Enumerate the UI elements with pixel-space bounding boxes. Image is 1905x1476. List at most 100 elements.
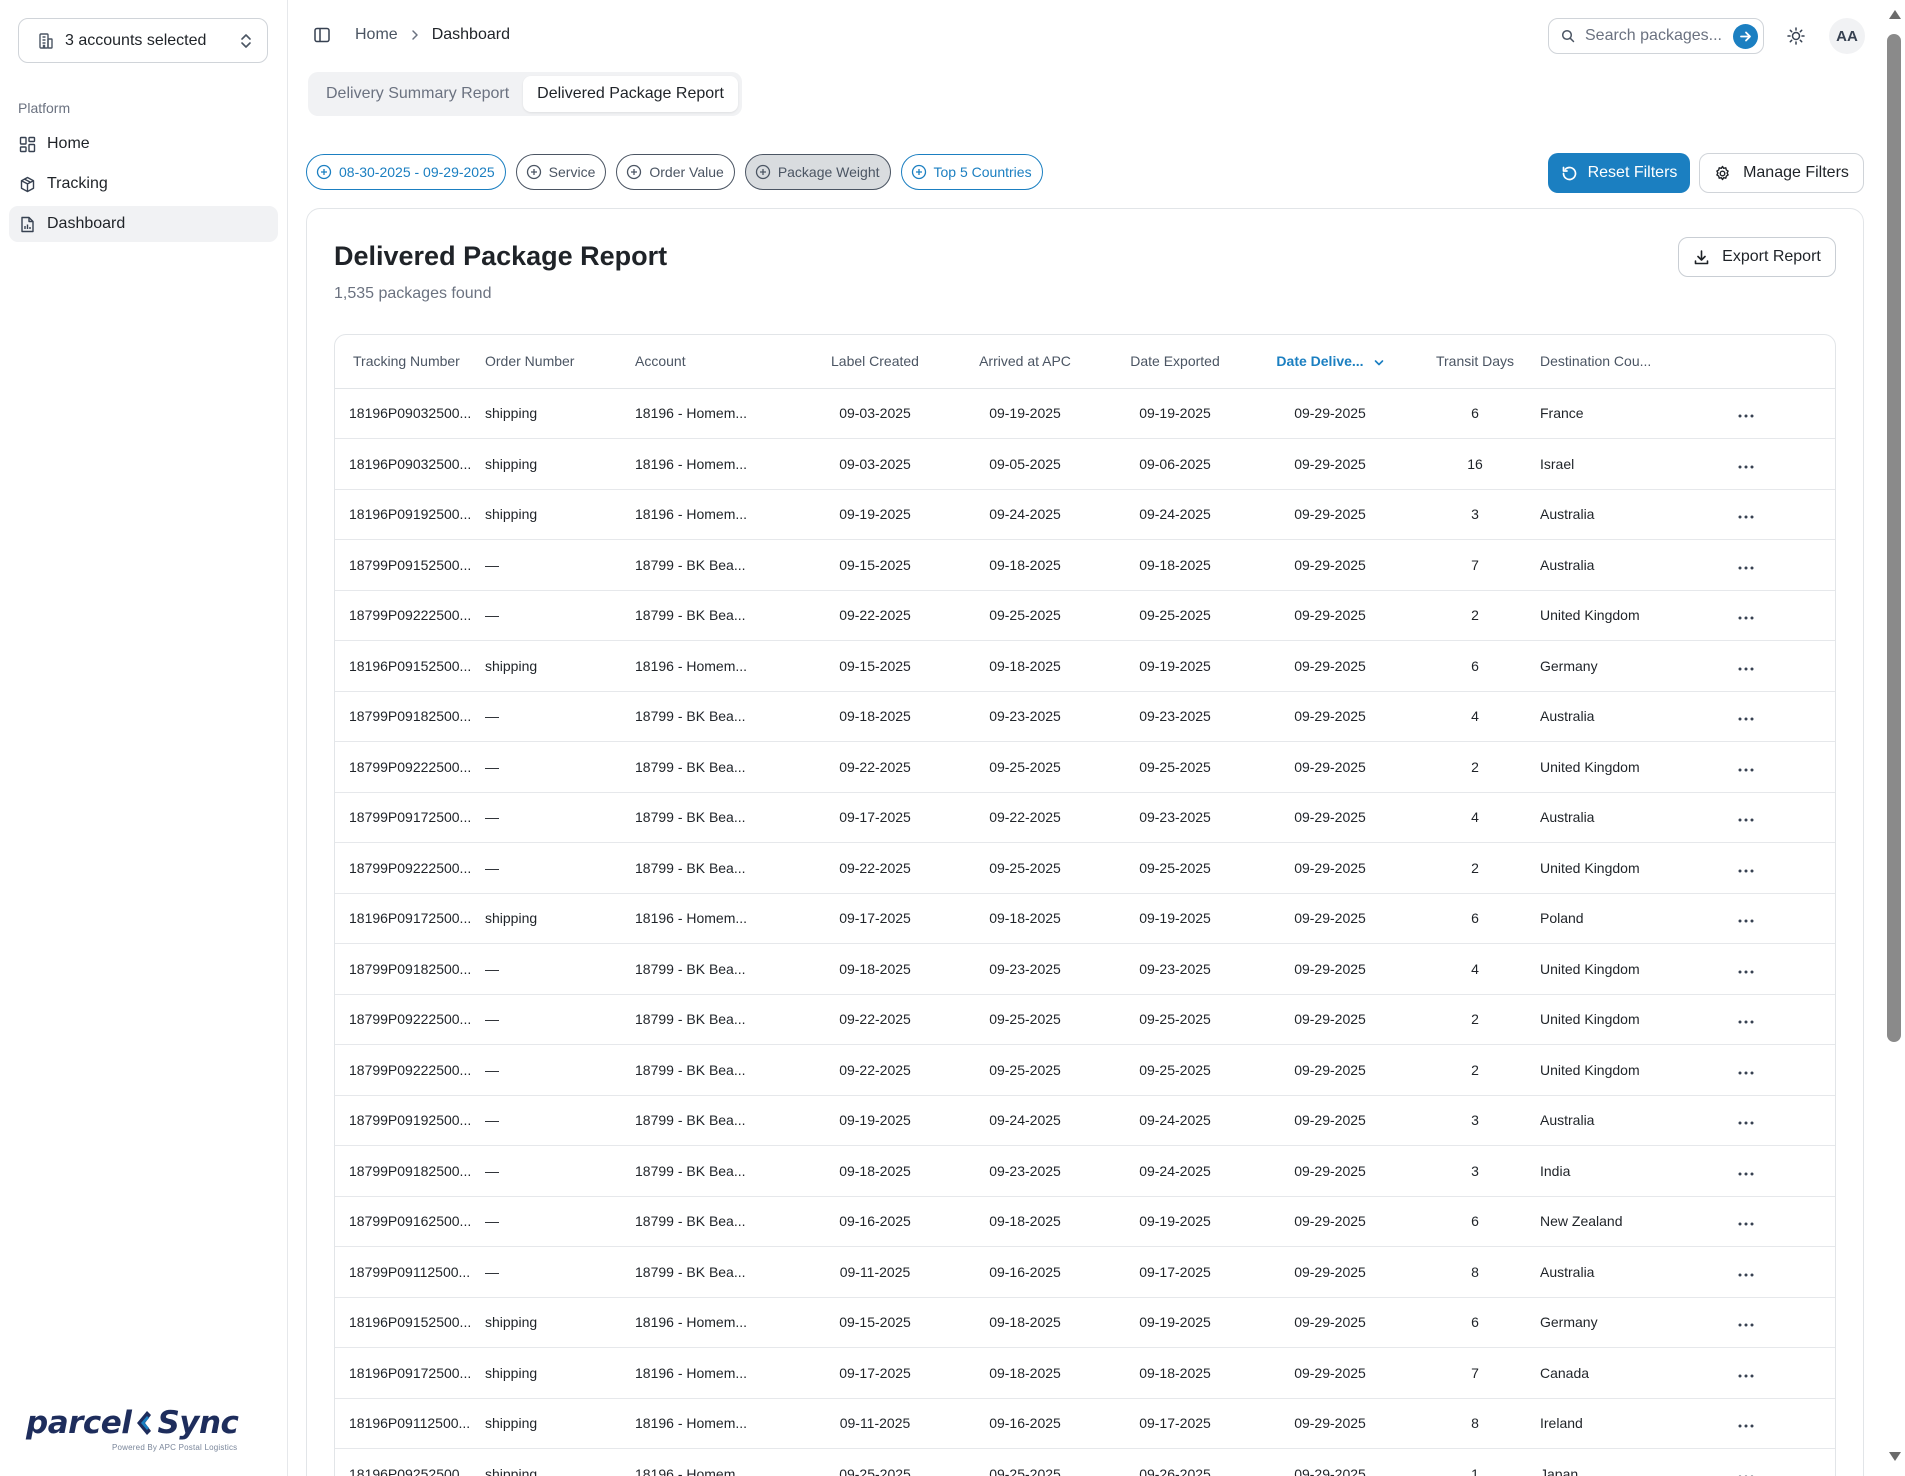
- table-row[interactable]: 18196P09172500... shipping 18196 - Homem..…: [335, 893, 1835, 944]
- cell-order-number: —: [485, 1044, 635, 1096]
- more-horizontal-icon[interactable]: [1738, 717, 1754, 721]
- account-selector[interactable]: 3 accounts selected: [18, 18, 268, 63]
- cell-order-number: —: [485, 943, 635, 995]
- cell-destination-country: Germany: [1540, 640, 1710, 692]
- cell-label-created: 09-19-2025: [800, 1095, 950, 1146]
- filter-chip-service[interactable]: Service: [515, 154, 607, 190]
- table-header-row: Tracking Number Order Number Account Lab…: [335, 335, 1835, 389]
- reset-filters-button[interactable]: Reset Filters: [1548, 153, 1690, 193]
- column-header-date-exported[interactable]: Date Exported: [1100, 335, 1250, 389]
- filter-chip-package-weight[interactable]: Package Weight: [744, 154, 891, 190]
- tab-delivery-summary-report[interactable]: Delivery Summary Report: [312, 76, 523, 112]
- cell-label-created: 09-22-2025: [800, 590, 950, 641]
- more-horizontal-icon[interactable]: [1738, 1172, 1754, 1176]
- more-horizontal-icon[interactable]: [1738, 616, 1754, 620]
- filter-chip-top-5-countries[interactable]: Top 5 Countries: [900, 154, 1043, 190]
- more-horizontal-icon[interactable]: [1738, 1020, 1754, 1024]
- cell-label-created: 09-03-2025: [800, 388, 950, 439]
- cell-transit-days: 6: [1410, 640, 1540, 692]
- more-horizontal-icon[interactable]: [1738, 1424, 1754, 1428]
- cell-transit-days: 2: [1410, 741, 1540, 793]
- table-row[interactable]: 18799P09112500... —18799 - BK Bea... 09-11…: [335, 1246, 1835, 1298]
- table-row[interactable]: 18799P09222500... —18799 - BK Bea... 09-22…: [335, 994, 1835, 1045]
- more-horizontal-icon[interactable]: [1738, 667, 1754, 671]
- sun-icon[interactable]: [1786, 26, 1806, 46]
- more-horizontal-icon[interactable]: [1738, 869, 1754, 873]
- table-row[interactable]: 18799P09162500... —18799 - BK Bea... 09-16…: [335, 1196, 1835, 1247]
- table-row[interactable]: 18196P09152500... shipping 18196 - Homem..…: [335, 640, 1835, 692]
- more-horizontal-icon[interactable]: [1738, 818, 1754, 822]
- column-header-date-delivered[interactable]: Date Delive...: [1250, 335, 1410, 389]
- more-horizontal-icon[interactable]: [1738, 515, 1754, 519]
- sidebar-toggle-icon[interactable]: [313, 26, 331, 44]
- more-horizontal-icon[interactable]: [1738, 919, 1754, 923]
- breadcrumb-home[interactable]: Home: [355, 26, 398, 44]
- filter-chip-order-value[interactable]: Order Value: [616, 154, 735, 190]
- filter-chip-date-range[interactable]: 08-30-2025 - 09-29-2025: [306, 154, 506, 190]
- cell-destination-country: United Kingdom: [1540, 741, 1710, 793]
- cell-transit-days: 3: [1410, 1095, 1540, 1146]
- cell-arrived-at-apc: 09-16-2025: [950, 1398, 1100, 1449]
- cell-label-created: 09-18-2025: [800, 691, 950, 742]
- more-horizontal-icon[interactable]: [1738, 1273, 1754, 1277]
- search-input[interactable]: [1585, 27, 1733, 45]
- table-row[interactable]: 18799P09172500... —18799 - BK Bea... 09-17…: [335, 792, 1835, 843]
- table-row[interactable]: 18799P09222500... —18799 - BK Bea... 09-22…: [335, 590, 1835, 641]
- logo-wordmark: parcel Sync: [26, 1405, 266, 1441]
- more-horizontal-icon[interactable]: [1738, 1121, 1754, 1125]
- table-row[interactable]: 18799P09222500... —18799 - BK Bea... 09-22…: [335, 1044, 1835, 1096]
- cell-tracking-number: 18799P09222500...: [335, 741, 485, 793]
- search-submit-button[interactable]: [1733, 24, 1758, 49]
- cell-transit-days: 6: [1410, 388, 1540, 439]
- scroll-up-arrow[interactable]: [1889, 10, 1901, 19]
- table-row[interactable]: 18799P09182500... —18799 - BK Bea... 09-18…: [335, 1145, 1835, 1197]
- table-row[interactable]: 18799P09192500... —18799 - BK Bea... 09-19…: [335, 1095, 1835, 1146]
- sidebar-item-tracking[interactable]: Tracking: [9, 166, 278, 202]
- table-row[interactable]: 18799P09222500... —18799 - BK Bea... 09-22…: [335, 741, 1835, 793]
- more-horizontal-icon[interactable]: [1738, 1071, 1754, 1075]
- column-header-account[interactable]: Account: [635, 335, 800, 389]
- table-row[interactable]: 18196P09172500... shipping 18196 - Homem..…: [335, 1347, 1835, 1399]
- table-row[interactable]: 18799P09152500... —18799 - BK Bea... 09-15…: [335, 539, 1835, 591]
- logo-tagline: Powered By APC Postal Logistics: [112, 1443, 238, 1452]
- column-header-label-created[interactable]: Label Created: [800, 335, 950, 389]
- table-row[interactable]: 18799P09222500... —18799 - BK Bea... 09-22…: [335, 842, 1835, 894]
- column-header-tracking-number[interactable]: Tracking Number: [335, 335, 485, 389]
- table-body: 18196P09032500... shipping 18196 - Homem..…: [335, 388, 1835, 1476]
- manage-filters-button[interactable]: Manage Filters: [1699, 153, 1864, 193]
- cell-account: 18799 - BK Bea...: [635, 943, 800, 995]
- column-header-destination-country[interactable]: Destination Cou...: [1540, 335, 1710, 389]
- more-horizontal-icon[interactable]: [1738, 1323, 1754, 1327]
- more-horizontal-icon[interactable]: [1738, 414, 1754, 418]
- table-row[interactable]: 18799P09182500... —18799 - BK Bea... 09-18…: [335, 943, 1835, 995]
- more-horizontal-icon[interactable]: [1738, 566, 1754, 570]
- more-horizontal-icon[interactable]: [1738, 768, 1754, 772]
- table-row[interactable]: 18196P09252500... shipping 18196 - Homem..…: [335, 1448, 1835, 1476]
- page-scrollbar[interactable]: [1884, 0, 1905, 1476]
- table-row[interactable]: 18196P09112500... shipping 18196 - Homem..…: [335, 1398, 1835, 1449]
- scrollbar-thumb[interactable]: [1887, 34, 1901, 1042]
- column-header-transit-days[interactable]: Transit Days: [1410, 335, 1540, 389]
- table-row[interactable]: 18196P09192500... shipping 18196 - Homem..…: [335, 489, 1835, 540]
- column-header-order-number[interactable]: Order Number: [485, 335, 635, 389]
- more-horizontal-icon[interactable]: [1738, 970, 1754, 974]
- sidebar-item-home[interactable]: Home: [9, 126, 278, 162]
- user-avatar[interactable]: AA: [1829, 18, 1865, 54]
- cell-account: 18196 - Homem...: [635, 1347, 800, 1399]
- tab-delivered-package-report[interactable]: Delivered Package Report: [523, 76, 738, 112]
- scroll-down-arrow[interactable]: [1889, 1452, 1901, 1461]
- cell-label-created: 09-15-2025: [800, 640, 950, 692]
- cell-actions: [1710, 943, 1835, 995]
- cell-label-created: 09-19-2025: [800, 489, 950, 540]
- export-report-button[interactable]: Export Report: [1678, 237, 1836, 277]
- table-row[interactable]: 18799P09182500... —18799 - BK Bea... 09-18…: [335, 691, 1835, 742]
- table-row[interactable]: 18196P09032500... shipping 18196 - Homem..…: [335, 438, 1835, 490]
- more-horizontal-icon[interactable]: [1738, 1374, 1754, 1378]
- sidebar-item-dashboard[interactable]: Dashboard: [9, 206, 278, 242]
- column-header-arrived-at-apc[interactable]: Arrived at APC: [950, 335, 1100, 389]
- table-row[interactable]: 18196P09032500... shipping 18196 - Homem..…: [335, 388, 1835, 439]
- more-horizontal-icon[interactable]: [1738, 1222, 1754, 1226]
- table-row[interactable]: 18196P09152500... shipping 18196 - Homem..…: [335, 1297, 1835, 1348]
- more-horizontal-icon[interactable]: [1738, 465, 1754, 469]
- cell-account: 18196 - Homem...: [635, 893, 800, 944]
